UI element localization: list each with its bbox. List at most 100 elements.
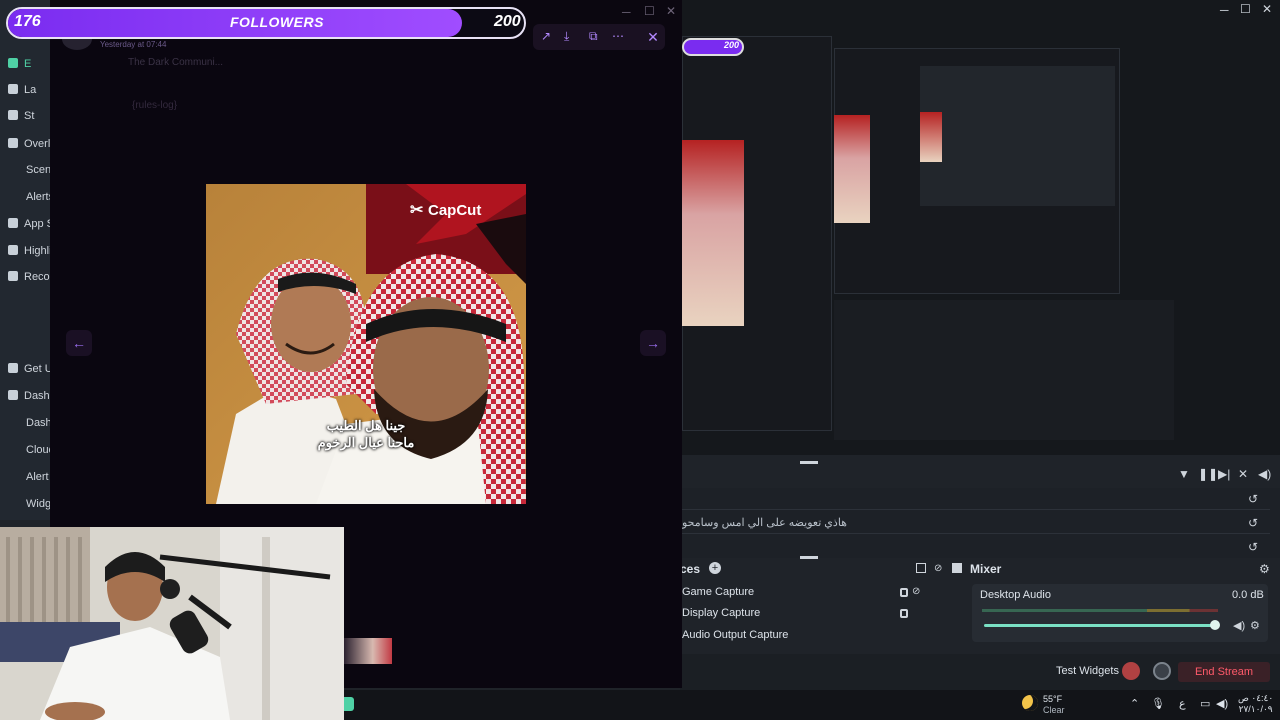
menu-item-app-store[interactable]: App S xyxy=(8,218,54,230)
thumbnail-strip[interactable] xyxy=(344,638,392,664)
photo-illustration xyxy=(206,184,526,504)
volume-fader[interactable] xyxy=(984,624,1216,627)
event-message: هاذي تعويضه على الي امس وسامحو xyxy=(682,517,847,529)
forward-icon[interactable]: ↗ xyxy=(541,29,551,43)
weather-temp[interactable]: 55°F xyxy=(1043,694,1062,704)
app-store-icon xyxy=(8,218,18,228)
fader-handle[interactable] xyxy=(1210,620,1220,630)
moon-icon xyxy=(1022,695,1038,711)
dashboard-icon xyxy=(8,390,18,400)
download-icon[interactable]: ⤓ xyxy=(564,29,569,44)
source-item[interactable]: Game Capture xyxy=(682,586,754,598)
divider[interactable] xyxy=(800,461,818,464)
viewer-window-close-icon[interactable]: ✕ xyxy=(666,4,676,18)
lock-icon[interactable] xyxy=(900,588,908,597)
webcam-illustration xyxy=(0,527,344,720)
viewer-minimize-icon[interactable]: ─ xyxy=(622,5,631,19)
channel-db: 0.0 dB xyxy=(1232,589,1264,601)
follower-goal-target: 200 xyxy=(494,13,521,30)
volume-tray-icon[interactable]: ◀) xyxy=(1216,697,1228,710)
volume-meter xyxy=(982,609,1218,612)
nested-photo-2 xyxy=(834,115,870,223)
volume-icon[interactable]: ◀) xyxy=(1258,467,1271,481)
studio-icon xyxy=(8,110,18,120)
network-icon[interactable]: ▭ xyxy=(1200,697,1210,710)
replay-icon[interactable]: ↺ xyxy=(1248,540,1258,554)
open-external-icon[interactable]: ⧉ xyxy=(589,29,598,44)
event-list: هاذي تعويضه على الي امس وسامحو xyxy=(680,488,1280,558)
scene-window-icon[interactable] xyxy=(916,563,926,573)
replay-icon[interactable]: ↺ xyxy=(1248,516,1258,530)
list-item xyxy=(680,488,1270,510)
source-item[interactable]: Display Capture xyxy=(682,607,760,619)
menu-item-widgets[interactable]: Widg xyxy=(26,498,51,510)
menu-item-highlighter[interactable]: Highli xyxy=(8,245,52,257)
webcam-feed xyxy=(0,527,344,720)
message-timestamp: Yesterday at 07:44 xyxy=(100,40,167,49)
editor-icon xyxy=(8,58,18,68)
gear-icon[interactable]: ⚙ xyxy=(1259,562,1270,576)
minimize-icon[interactable]: ─ xyxy=(1220,3,1229,17)
nested-photo-3 xyxy=(920,112,942,162)
previous-image-button[interactable]: ← xyxy=(66,330,92,356)
divider[interactable] xyxy=(800,556,818,559)
menu-item-studio[interactable]: St xyxy=(8,110,34,122)
caption-line: ماحنا عيال الرخوم xyxy=(317,435,415,450)
hide-mixer-icon[interactable]: ⊘ xyxy=(934,563,942,574)
viewer-image: CapCut ✂ جينا هل الطيب ماحنا عيال الرخوم xyxy=(206,184,526,504)
list-item: هاذي تعويضه على الي امس وسامحو xyxy=(680,512,1270,534)
replay-icon[interactable]: ↺ xyxy=(1248,492,1258,506)
viewer-maximize-icon[interactable]: ☐ xyxy=(644,4,655,18)
replay-buffer-button[interactable] xyxy=(1153,662,1171,680)
record-icon xyxy=(8,271,18,281)
source-item[interactable]: Audio Output Capture xyxy=(682,629,788,641)
close-icon[interactable]: ✕ xyxy=(1262,2,1272,16)
layouts-icon xyxy=(8,84,18,94)
mute-alerts-icon[interactable]: ✕ xyxy=(1238,467,1248,481)
menu-item-recordings[interactable]: Reco xyxy=(8,271,50,283)
chevron-up-icon[interactable]: ⌃ xyxy=(1130,697,1139,710)
visibility-off-icon[interactable]: ⊘ xyxy=(912,586,920,597)
caption-line: جينا هل الطيب xyxy=(326,418,406,433)
menu-item-get-ultra[interactable]: Get U xyxy=(8,363,53,375)
clock-time: ٠٤:٤٠ ص xyxy=(1238,693,1274,703)
server-name: The Dark Communi... xyxy=(128,57,224,68)
nested-obs-lower xyxy=(834,300,1174,440)
lock-icon[interactable] xyxy=(900,609,908,618)
sources-title: ces xyxy=(680,562,701,576)
menu-item-editor[interactable]: E xyxy=(8,58,31,70)
maximize-icon[interactable]: ☐ xyxy=(1240,2,1251,16)
filter-icon[interactable]: ▼ xyxy=(1178,467,1190,481)
mixer-title: Mixer xyxy=(970,562,1002,576)
menu-item-dashboard[interactable]: Dashb xyxy=(8,390,56,402)
test-widgets-button[interactable]: Test Widgets xyxy=(1056,665,1119,677)
channel-name: Desktop Audio xyxy=(980,589,1051,601)
add-source-icon[interactable]: + xyxy=(709,562,721,574)
menu-item-layouts[interactable]: La xyxy=(8,84,36,96)
follower-count: 176 xyxy=(14,13,41,30)
weather-condition[interactable]: Clear xyxy=(1043,705,1065,715)
next-image-button[interactable]: → xyxy=(640,330,666,356)
channel-name: {rules-log} xyxy=(132,100,178,111)
close-viewer-button[interactable]: ✕ xyxy=(642,26,664,48)
language-indicator[interactable]: ع xyxy=(1179,697,1186,710)
speaker-icon[interactable]: ◀) xyxy=(1233,619,1245,632)
microphone-icon[interactable]: 🎙 xyxy=(1151,697,1165,710)
nested-goal-count: 200 xyxy=(724,40,740,50)
highlighter-icon xyxy=(8,245,18,255)
menu-item-alert-box[interactable]: Alert xyxy=(26,471,49,483)
channel-gear-icon[interactable]: ⚙ xyxy=(1250,619,1260,632)
skip-icon[interactable]: ▶| xyxy=(1218,467,1230,481)
capcut-logo-icon: ✂ xyxy=(410,202,424,219)
pause-icon[interactable]: ❚❚ xyxy=(1198,467,1218,481)
ultra-icon xyxy=(8,363,18,373)
capcut-watermark: CapCut xyxy=(428,202,482,219)
taskbar-clock[interactable]: ٠٤:٤٠ ص ٢٧/١٠/٠٩ xyxy=(1238,693,1273,715)
menu-item-overlays[interactable]: Overl xyxy=(8,138,50,150)
overlays-icon xyxy=(8,138,18,148)
end-stream-button[interactable]: End Stream xyxy=(1178,662,1270,682)
nested-obs xyxy=(920,66,1115,206)
record-button[interactable] xyxy=(1122,662,1140,680)
more-icon[interactable]: ⋯ xyxy=(612,29,624,43)
folder-icon[interactable] xyxy=(952,563,962,573)
